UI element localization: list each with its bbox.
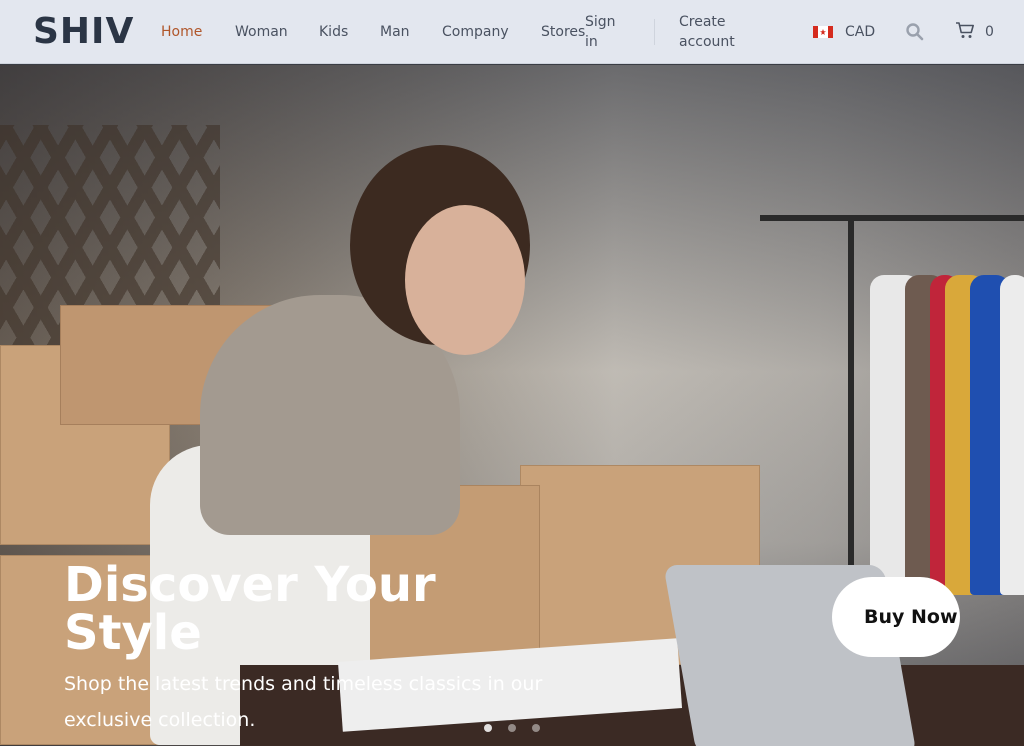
cart-count: 0 [985, 24, 994, 40]
hero-banner: Discover Your Style Shop the latest tren… [0, 65, 1024, 746]
create-account-link[interactable]: Create account [679, 12, 751, 52]
search-icon[interactable] [905, 22, 925, 42]
model-figure [405, 205, 525, 355]
currency-selector[interactable]: CAD [813, 22, 875, 42]
nav-kids[interactable]: Kids [319, 22, 348, 42]
nav-company[interactable]: Company [442, 22, 509, 42]
currency-code: CAD [845, 24, 876, 40]
brand-logo[interactable]: SHIV [33, 10, 134, 54]
canada-flag-icon [813, 26, 833, 38]
carousel-dot[interactable] [508, 724, 516, 732]
sign-in-link[interactable]: Sign in [585, 12, 625, 52]
hero-title: Discover Your Style [64, 557, 436, 661]
carousel-indicators [484, 724, 540, 732]
site-header: SHIV Home Woman Kids Man Company Stores … [0, 0, 1024, 64]
nav-stores[interactable]: Stores [541, 22, 585, 42]
clothes-rack [760, 215, 1024, 221]
cart-button[interactable]: 0 [955, 21, 994, 43]
carousel-dot[interactable] [532, 724, 540, 732]
nav-home[interactable]: Home [161, 22, 202, 42]
header-divider [654, 19, 655, 45]
hanging-shirt [1000, 275, 1024, 595]
cart-icon [955, 20, 975, 44]
hero-subtitle: Shop the latest trends and timeless clas… [64, 673, 543, 731]
buy-now-button[interactable]: Buy Now [832, 577, 960, 657]
nav-man[interactable]: Man [380, 22, 410, 42]
carousel-dot[interactable] [484, 724, 492, 732]
nav-woman[interactable]: Woman [235, 22, 288, 42]
